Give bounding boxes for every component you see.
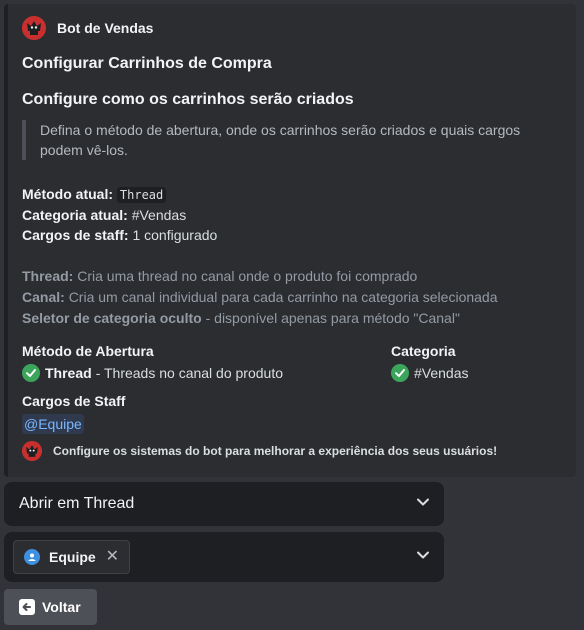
category-field: Categoria #Vendas	[391, 341, 469, 383]
footer-text: Configure os sistemas do bot para melhor…	[53, 444, 498, 458]
chevron-down-icon[interactable]	[415, 547, 431, 568]
canal-description: Canal: Cria um canal individual para cad…	[22, 287, 560, 308]
current-staff: Cargos de staff: 1 configurado	[22, 225, 560, 245]
back-arrow-icon	[19, 599, 35, 615]
bot-avatar-icon[interactable]	[22, 16, 46, 40]
current-method-label: Método atual:	[22, 186, 113, 202]
description-quote: Defina o método de abertura, onde os car…	[22, 120, 562, 160]
method-field-value-bold: Thread	[45, 365, 92, 381]
current-staff-value: 1 configurado	[132, 227, 218, 243]
current-category-label: Categoria atual:	[22, 207, 128, 223]
chevron-down-icon[interactable]	[415, 494, 431, 515]
current-settings: Método atual: Thread Categoria atual: #V…	[22, 184, 560, 245]
staff-field-name: Cargos de Staff	[22, 393, 126, 409]
method-select[interactable]: Abrir em Thread	[4, 482, 444, 526]
role-tag-label: Equipe	[49, 549, 96, 565]
staff-roles-select[interactable]: Equipe ✕	[4, 532, 444, 582]
method-field-value-rest: - Threads no canal do produto	[95, 365, 283, 381]
method-select-value: Abrir em Thread	[19, 495, 135, 512]
current-staff-label: Cargos de staff:	[22, 227, 129, 243]
current-category-value: #Vendas	[131, 207, 187, 223]
check-icon	[22, 364, 40, 382]
check-icon	[391, 364, 409, 382]
canal-description-text: Cria um canal individual para cada carri…	[68, 289, 498, 305]
method-field-value: Thread - Threads no canal do produto	[22, 363, 391, 383]
embed-footer: Configure os sistemas do bot para melhor…	[22, 441, 560, 461]
selector-description: Seletor de categoria oculto - disponível…	[22, 308, 560, 329]
back-button-label: Voltar	[42, 599, 81, 615]
embed-title: Configurar Carrinhos de Compra	[22, 55, 272, 72]
embed-fields: Método de Abertura Thread - Threads no c…	[22, 341, 560, 383]
category-field-value: #Vendas	[391, 363, 469, 383]
role-mention[interactable]: @Equipe	[22, 414, 84, 434]
embed-card: Bot de Vendas Configurar Carrinhos de Co…	[4, 4, 576, 477]
footer-avatar-icon	[22, 441, 42, 461]
author-name[interactable]: Bot de Vendas	[57, 20, 153, 36]
back-button[interactable]: Voltar	[4, 589, 97, 625]
current-method: Método atual: Thread	[22, 184, 560, 205]
close-icon[interactable]: ✕	[106, 549, 119, 565]
role-tag[interactable]: Equipe ✕	[13, 540, 131, 574]
embed-heading: Configure como os carrinhos serão criado…	[22, 91, 354, 108]
current-method-value: Thread	[116, 187, 167, 203]
selector-description-label: Seletor de categoria oculto	[22, 310, 202, 326]
method-descriptions: Thread: Cria uma thread no canal onde o …	[22, 266, 560, 329]
current-category: Categoria atual: #Vendas	[22, 205, 560, 225]
embed-author: Bot de Vendas	[22, 16, 560, 40]
category-field-name: Categoria	[391, 343, 456, 359]
selector-description-text: - disponível apenas para método "Canal"	[205, 310, 460, 326]
thread-description: Thread: Cria uma thread no canal onde o …	[22, 266, 560, 287]
role-icon	[24, 549, 40, 565]
category-field-value-text: #Vendas	[414, 365, 469, 381]
canal-description-label: Canal:	[22, 289, 65, 305]
method-field-name: Método de Abertura	[22, 343, 154, 359]
staff-field: Cargos de Staff @Equipe	[22, 391, 560, 434]
method-field: Método de Abertura Thread - Threads no c…	[22, 341, 391, 383]
thread-description-label: Thread:	[22, 268, 74, 284]
thread-description-text: Cria uma thread no canal onde o produto …	[77, 268, 418, 284]
